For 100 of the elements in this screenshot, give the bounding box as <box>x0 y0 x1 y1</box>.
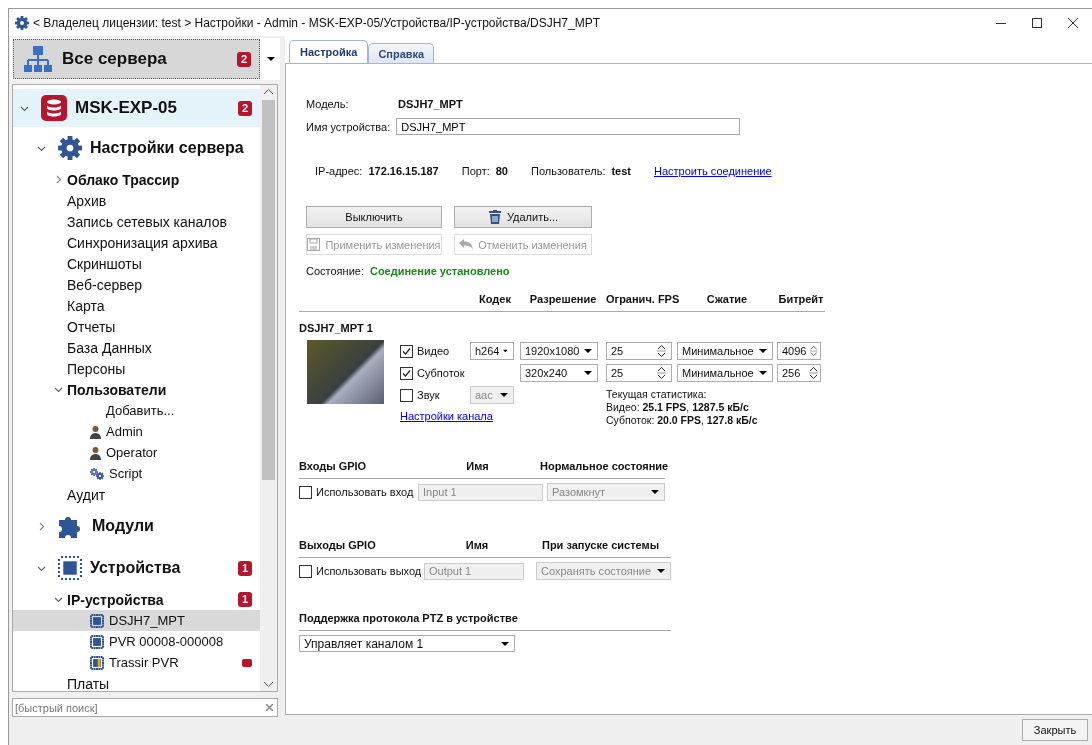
button[interactable]: Удалить... <box>454 206 592 228</box>
server-selector-label: Все сервера <box>62 49 168 69</box>
dropdown[interactable]: 320x240 <box>520 364 598 382</box>
spin-box[interactable]: 4096 <box>777 342 821 360</box>
settings-icon <box>15 15 29 30</box>
tree-item[interactable]: Operator <box>13 442 260 463</box>
scroll-down-icon <box>264 682 273 687</box>
clear-icon[interactable] <box>266 704 273 711</box>
tree-item[interactable]: Пользователи <box>13 379 260 400</box>
tree-item[interactable]: Облако Трассир <box>13 169 260 190</box>
tab[interactable]: Настройка <box>289 40 369 63</box>
tree-item[interactable]: Устройства 1 <box>13 547 260 589</box>
chip-icon <box>58 556 82 580</box>
chevron-down-icon[interactable] <box>53 385 63 394</box>
caret-icon <box>503 349 508 353</box>
tree-item[interactable]: MSK-EXP-05 2 <box>13 89 260 127</box>
field-label: IP-адрес: <box>315 165 363 177</box>
checkbox-label: Звук <box>417 389 440 401</box>
caret-icon <box>657 569 665 573</box>
tree-item[interactable]: Платы <box>13 673 260 691</box>
caret-icon <box>267 57 275 61</box>
column-header: Имя <box>465 460 490 472</box>
tree-item[interactable]: Скриншоты <box>13 253 260 274</box>
channel-title: DSJH7_MPT 1 <box>299 322 374 334</box>
chevron-down-icon[interactable] <box>53 595 63 604</box>
caret-icon <box>759 349 767 353</box>
tree-item[interactable]: Персоны <box>13 358 260 379</box>
tree-item[interactable]: Архив <box>13 190 260 211</box>
tree-item[interactable]: IP-устройства 1 <box>13 589 260 610</box>
checkbox-label: Субпоток <box>417 367 465 379</box>
person-icon <box>90 445 101 460</box>
database-icon <box>41 95 67 121</box>
statistics-text: Субпоток: 20.0 FPS, 127.8 кБ/с <box>606 414 759 427</box>
tree-item[interactable]: Синхронизация архива <box>13 232 260 253</box>
tree-item[interactable]: База Данных <box>13 337 260 358</box>
caret-icon <box>501 641 509 646</box>
checkbox-label: Использовать выход <box>316 565 422 577</box>
tab[interactable]: Справка <box>368 43 435 63</box>
search-field[interactable]: [быстрый поиск] <box>12 698 278 717</box>
column-header: Имя <box>464 539 490 551</box>
tree-item[interactable]: DSJH7_MPT <box>13 610 260 631</box>
column-header: Огранич. FPS <box>606 293 677 305</box>
field-label: Имя устройства: <box>306 120 391 133</box>
tree-item[interactable]: Настройки сервера <box>13 127 260 169</box>
checked-checkbox[interactable] <box>400 344 413 358</box>
tree-item[interactable]: Добавить... <box>13 400 260 421</box>
checkbox-label: Использовать вход <box>316 486 414 498</box>
field-value: 80 <box>495 165 508 177</box>
column-header: Выходы GPIO <box>299 539 377 551</box>
button[interactable]: Выключить <box>306 206 442 228</box>
scrollbar[interactable] <box>260 85 277 691</box>
scrollbar-thumb[interactable] <box>262 100 275 480</box>
tree-item[interactable]: Модули <box>13 505 260 547</box>
gears-icon <box>90 467 104 480</box>
dropdown[interactable]: Минимальное <box>677 364 773 382</box>
tree-item[interactable]: Запись сетевых каналов <box>13 211 260 232</box>
checkbox[interactable] <box>299 485 312 499</box>
alert-badge: 1 <box>237 592 252 607</box>
tree-item[interactable]: PVR 00008-000008 <box>13 631 260 652</box>
spin-arrows-icon <box>657 344 666 358</box>
field-label: Состояние: <box>306 265 364 277</box>
channel-settings-link[interactable]: Настройки канала <box>400 410 606 422</box>
server-selector[interactable]: Все сервера 2 <box>13 39 260 79</box>
undo-arrow-icon <box>459 239 474 250</box>
field-label: Модель: <box>306 98 350 110</box>
model-value: DSJH7_MPT <box>398 98 463 110</box>
tree-item[interactable]: Отчеты <box>13 316 260 337</box>
column-header: При запуске системы <box>540 539 661 551</box>
tree-item[interactable]: Trassir PVR <box>13 652 260 673</box>
checkbox[interactable] <box>299 564 312 578</box>
column-header: Битрейт <box>777 293 825 305</box>
trash-icon <box>487 210 502 224</box>
tree-item[interactable]: Аудит <box>13 484 260 505</box>
close-button[interactable]: Закрыть <box>1022 719 1088 741</box>
statistics-text: Видео: 25.1 FPS, 1287.5 кБ/с <box>606 401 750 414</box>
field-label: Пользователь: <box>531 165 606 177</box>
caret-icon <box>759 371 767 375</box>
tree-item[interactable]: Script <box>13 463 260 484</box>
field-value: 172.16.15.187 <box>368 165 439 177</box>
dropdown[interactable]: h264 <box>470 342 514 360</box>
checkbox-label: Видео <box>417 345 450 357</box>
chip-icon <box>90 634 104 649</box>
spin-box[interactable]: 25 <box>606 364 672 382</box>
dropdown[interactable]: 1920x1080 <box>520 342 598 360</box>
tree-item[interactable]: Веб-сервер <box>13 274 260 295</box>
tree-item[interactable]: Admin <box>13 421 260 442</box>
scroll-up-icon <box>264 89 273 94</box>
device-name-field[interactable]: DSJH7_MPT <box>396 118 741 135</box>
dropdown[interactable]: Минимальное <box>677 342 773 360</box>
column-header: Кодек <box>478 293 512 305</box>
spin-box[interactable]: 25 <box>606 342 672 360</box>
connection-settings-link[interactable]: Настроить соединение <box>654 165 772 177</box>
alert-badge: 2 <box>237 100 252 116</box>
tree-item[interactable]: Карта <box>13 295 260 316</box>
spin-box[interactable]: 256 <box>777 364 821 382</box>
floppy-icon <box>307 238 321 251</box>
spin-arrows-icon <box>809 366 818 380</box>
column-header: Сжатие <box>705 293 749 305</box>
dropdown[interactable]: Управляет каналом 1 <box>299 635 515 652</box>
checked-checkbox[interactable] <box>400 366 413 380</box>
